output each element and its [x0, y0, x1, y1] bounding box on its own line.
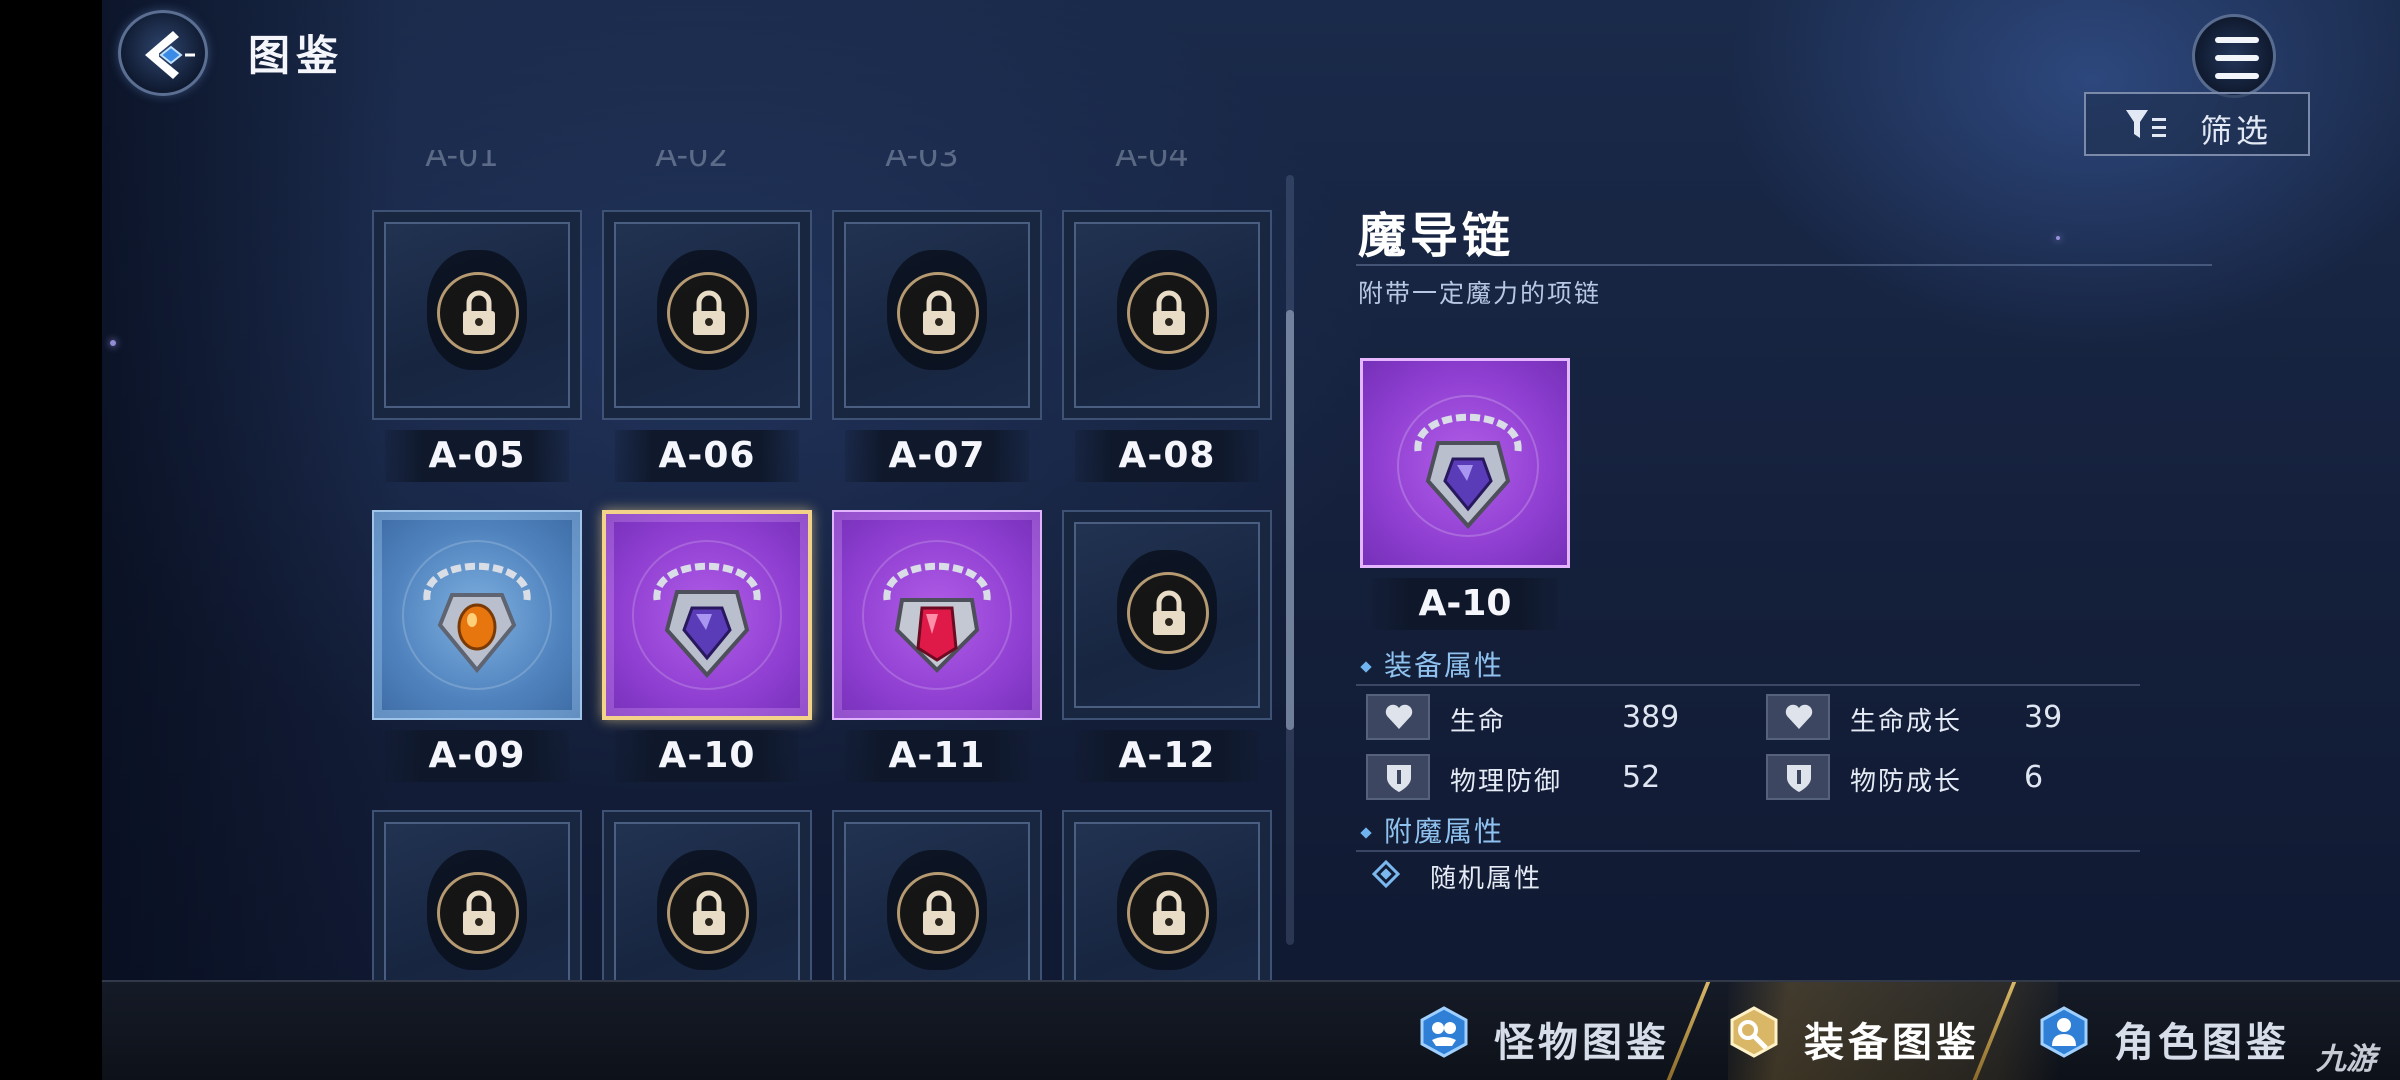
back-button[interactable] — [118, 10, 208, 96]
menu-line — [2215, 73, 2259, 79]
equipment-card[interactable] — [372, 510, 582, 720]
stat-name: 物理防御 — [1450, 767, 1563, 797]
amber-necklace-icon — [423, 562, 531, 674]
item-preview — [1360, 358, 1570, 568]
card-code-label: A-05 — [385, 430, 569, 482]
stat-name: 生命成长 — [1850, 707, 1963, 737]
filter-icon — [2126, 110, 2166, 138]
lock-icon — [1127, 872, 1209, 954]
filter-button[interactable]: 筛选 — [2084, 92, 2310, 156]
equipment-card[interactable] — [832, 510, 1042, 720]
filter-label: 筛选 — [2200, 112, 2273, 150]
equip-attr-heading: 装备属性 — [1356, 644, 1504, 684]
menu-button[interactable] — [2192, 14, 2276, 98]
card-code-label: A-12 — [1075, 730, 1259, 782]
ruby-necklace-icon — [883, 562, 991, 673]
shield-icon — [1366, 754, 1430, 800]
lock-icon — [897, 872, 979, 954]
violet-necklace-icon — [653, 562, 761, 679]
lock-icon — [1127, 272, 1209, 354]
item-code: A-10 — [1372, 578, 1558, 630]
card-label-faded: A-01 — [425, 150, 499, 174]
equipment-card[interactable] — [602, 810, 812, 980]
stat-value: 39 — [2024, 700, 2063, 735]
equipment-card-selected[interactable] — [602, 510, 812, 720]
tab-label: 装备图鉴 — [1804, 1020, 1980, 1066]
shield-icon — [1766, 754, 1830, 800]
lock-icon — [897, 272, 979, 354]
heart-icon — [1366, 694, 1430, 740]
back-arrow-icon — [135, 31, 195, 79]
item-description: 附带一定魔力的项链 — [1358, 279, 1602, 308]
sparkle — [2056, 236, 2060, 240]
equipment-icon — [1730, 1006, 1778, 1058]
stat-value: 52 — [1622, 760, 1661, 795]
enchant-item: 随机属性 — [1430, 864, 1543, 894]
lock-icon — [437, 272, 519, 354]
lock-icon — [667, 272, 749, 354]
equipment-card[interactable] — [372, 810, 582, 980]
card-label-faded: A-04 — [1115, 150, 1189, 174]
bottom-tab-bar: 怪物图鉴 装备图鉴 角色图鉴 — [102, 980, 2400, 1080]
page-title: 图鉴 — [248, 31, 345, 80]
watermark-logo: 九游 — [2316, 1042, 2376, 1077]
lock-icon — [1127, 572, 1209, 654]
equipment-card[interactable] — [372, 210, 582, 420]
lock-icon — [437, 872, 519, 954]
card-code-label: A-07 — [845, 430, 1029, 482]
card-code-label: A-09 — [385, 730, 569, 782]
scrollbar-thumb[interactable] — [1286, 310, 1294, 730]
stat-value: 389 — [1622, 700, 1680, 735]
card-code-label: A-08 — [1075, 430, 1259, 482]
card-code-label: A-06 — [615, 430, 799, 482]
stat-name: 物防成长 — [1850, 767, 1963, 797]
tab-label: 角色图鉴 — [2114, 1020, 2290, 1066]
menu-line — [2215, 37, 2259, 43]
sparkle — [110, 340, 116, 346]
equipment-card[interactable] — [602, 210, 812, 420]
item-name: 魔导链 — [1358, 208, 1515, 264]
equipment-grid[interactable]: A-01 A-02 A-03 A-04 A-05 A-06 A-07 A-08 — [352, 150, 1392, 980]
violet-necklace-icon — [1397, 395, 1539, 537]
stat-name: 生命 — [1450, 707, 1507, 737]
equipment-card[interactable] — [1062, 210, 1272, 420]
lock-icon — [667, 872, 749, 954]
equipment-card[interactable] — [1062, 510, 1272, 720]
tab-label: 怪物图鉴 — [1494, 1020, 1670, 1066]
card-code-label: A-11 — [845, 730, 1029, 782]
grid-scrollbar[interactable] — [1286, 175, 1294, 945]
card-label-faded: A-03 — [885, 150, 959, 174]
tab-character-codex[interactable]: 角色图鉴 — [2038, 982, 2338, 1080]
equipment-card[interactable] — [1062, 810, 1272, 980]
enchant-attr-heading: 附魔属性 — [1356, 810, 1504, 850]
card-label-faded: A-02 — [655, 150, 729, 174]
bullet-icon — [1360, 827, 1372, 839]
monster-icon — [1420, 1006, 1468, 1058]
menu-line — [2215, 55, 2259, 61]
equipment-card[interactable] — [832, 210, 1042, 420]
heart-icon — [1766, 694, 1830, 740]
divider — [1356, 264, 2212, 266]
character-icon — [2040, 1006, 2088, 1058]
stat-value: 6 — [2024, 760, 2044, 795]
section-title: 装备属性 — [1384, 649, 1505, 682]
equipment-card[interactable] — [832, 810, 1042, 980]
card-code-label: A-10 — [615, 730, 799, 782]
tab-monster-codex[interactable]: 怪物图鉴 — [1418, 982, 1778, 1080]
section-title: 附魔属性 — [1384, 815, 1505, 848]
bullet-icon — [1360, 661, 1372, 673]
divider — [1356, 850, 2140, 852]
divider — [1356, 684, 2140, 686]
